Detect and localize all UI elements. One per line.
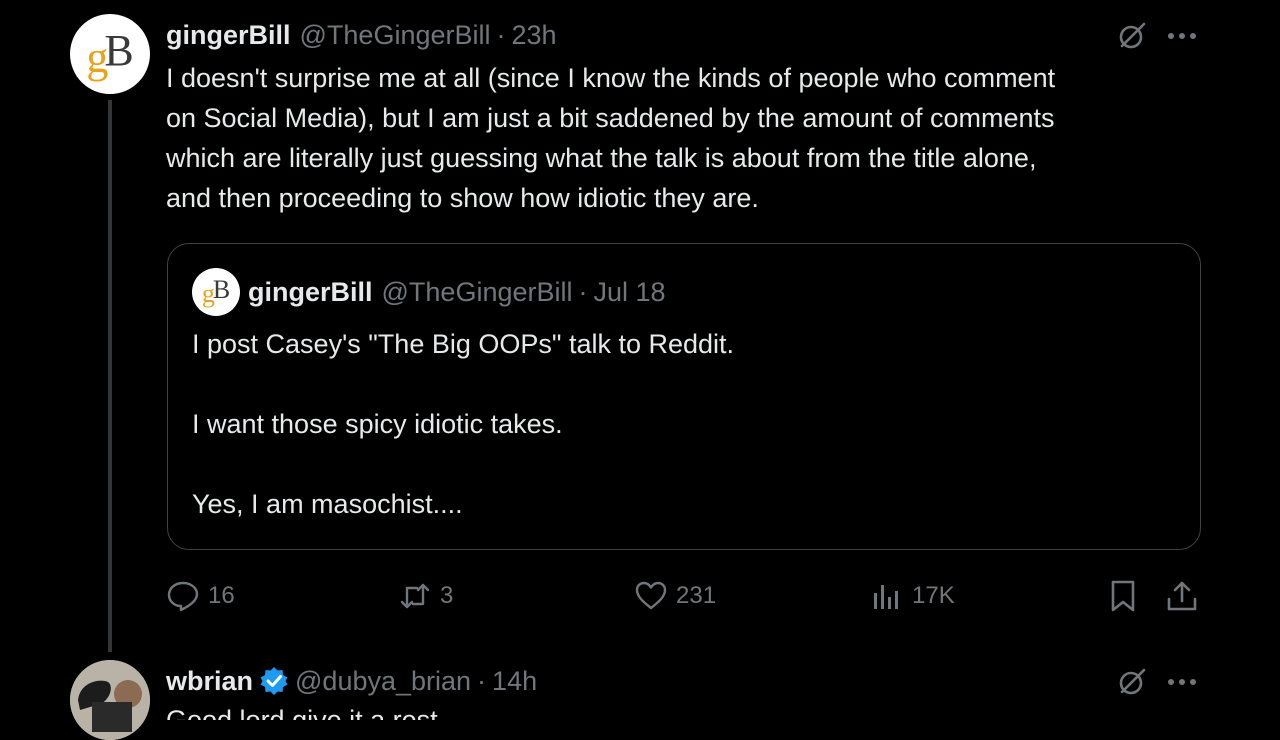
quote-header: gingerBill @TheGingerBill · Jul 18 bbox=[248, 273, 666, 311]
tweet-body-2: Good lord give it a rest bbox=[166, 705, 438, 720]
quote-separator-dot: · bbox=[578, 276, 588, 307]
share-button[interactable] bbox=[1163, 577, 1201, 615]
author-name-2[interactable]: wbrian bbox=[166, 666, 253, 697]
grok-icon bbox=[1119, 22, 1146, 49]
tweet-header: gingerBill @TheGingerBill · 23h bbox=[166, 16, 557, 54]
more-icon bbox=[1168, 33, 1196, 39]
bookmark-button[interactable] bbox=[1104, 577, 1142, 615]
quote-timestamp: Jul 18 bbox=[593, 276, 666, 307]
author-name[interactable]: gingerBill bbox=[166, 20, 291, 51]
reply-count: 16 bbox=[208, 582, 235, 609]
verified-badge-icon bbox=[259, 666, 289, 696]
share-icon bbox=[1167, 581, 1197, 611]
thread-line bbox=[108, 100, 112, 652]
views-count: 17K bbox=[912, 582, 955, 609]
like-icon bbox=[635, 581, 667, 610]
more-icon bbox=[1168, 679, 1196, 685]
views-button[interactable]: 17K bbox=[870, 578, 955, 614]
more-button[interactable] bbox=[1164, 18, 1200, 54]
views-icon bbox=[874, 585, 898, 609]
quote-avatar-letter-b: B bbox=[212, 275, 231, 304]
like-button[interactable]: 231 bbox=[634, 578, 716, 614]
tweet-header-2: wbrian @dubya_brian · 14h bbox=[166, 662, 537, 700]
reply-icon bbox=[167, 581, 199, 612]
timestamp[interactable]: 23h bbox=[512, 20, 557, 51]
avatar[interactable]: gB bbox=[70, 14, 150, 94]
avatar-letter-b: B bbox=[104, 25, 134, 75]
quote-author-name: gingerBill bbox=[248, 276, 373, 307]
grok-button[interactable] bbox=[1114, 18, 1150, 54]
more-button-2[interactable] bbox=[1164, 664, 1200, 700]
author-handle-2[interactable]: @dubya_brian bbox=[295, 666, 471, 697]
reply-button[interactable]: 16 bbox=[166, 578, 235, 614]
repost-count: 3 bbox=[440, 582, 454, 609]
grok-icon bbox=[1119, 668, 1146, 695]
author-handle[interactable]: @TheGingerBill bbox=[300, 20, 491, 51]
quote-body: I post Casey's "The Big OOPs" talk to Re… bbox=[192, 329, 735, 519]
repost-button[interactable]: 3 bbox=[398, 578, 453, 614]
quote-avatar: gB bbox=[192, 268, 240, 316]
separator-dot: · bbox=[496, 19, 506, 50]
quote-author-handle: @TheGingerBill bbox=[381, 276, 573, 307]
repost-icon bbox=[400, 583, 430, 609]
timestamp-2[interactable]: 14h bbox=[492, 666, 537, 697]
bookmark-icon bbox=[1111, 580, 1135, 612]
avatar-photo bbox=[70, 660, 150, 740]
avatar-wbrian[interactable] bbox=[70, 660, 150, 740]
separator-dot-2: · bbox=[477, 665, 487, 696]
grok-button-2[interactable] bbox=[1114, 664, 1150, 700]
tweet-body: I doesn't surprise me at all (since I kn… bbox=[166, 63, 1056, 213]
like-count: 231 bbox=[676, 582, 717, 609]
